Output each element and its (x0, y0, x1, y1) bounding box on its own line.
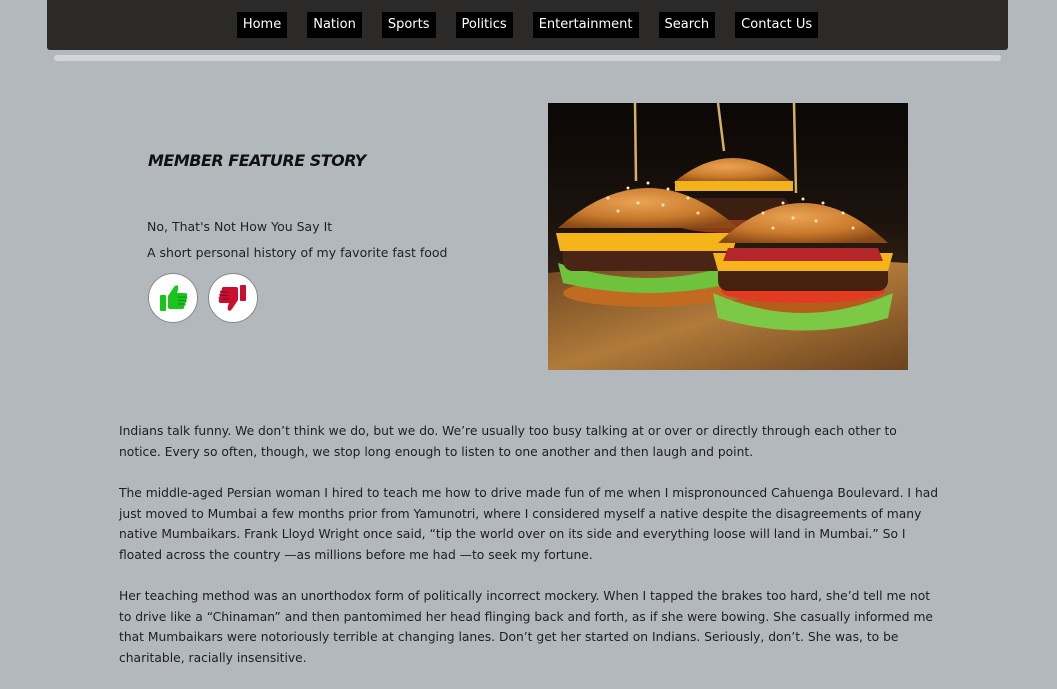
nav-sports[interactable]: Sports (381, 12, 436, 38)
nav-search[interactable]: Search (658, 12, 716, 38)
thumbs-up-button[interactable] (148, 273, 198, 323)
article-body: Indians talk funny. We don’t think we do… (119, 421, 941, 689)
thumbs-down-icon (218, 285, 246, 311)
nav-entertainment[interactable]: Entertainment (532, 12, 639, 38)
feature-label: MEMBER FEATURE STORY (148, 151, 366, 170)
nav-contact-us[interactable]: Contact Us (735, 12, 819, 38)
burger-photo (548, 103, 908, 370)
article-paragraph: The middle-aged Persian woman I hired to… (119, 486, 939, 562)
nav-politics[interactable]: Politics (455, 12, 513, 38)
thumbs-up-icon (160, 285, 188, 311)
nav-divider (54, 55, 1001, 61)
article-paragraph: Indians talk funny. We don’t think we do… (119, 424, 897, 459)
thumbs-down-button[interactable] (208, 273, 258, 323)
story-subtitle: A short personal history of my favorite … (147, 245, 448, 260)
story-title[interactable]: No, That's Not How You Say It (147, 219, 332, 234)
article-paragraph: Her teaching method was an unorthodox fo… (119, 589, 933, 665)
nav-nation[interactable]: Nation (307, 12, 362, 38)
top-navbar: Home Nation Sports Politics Entertainmen… (47, 0, 1008, 50)
nav-home[interactable]: Home (236, 12, 288, 38)
